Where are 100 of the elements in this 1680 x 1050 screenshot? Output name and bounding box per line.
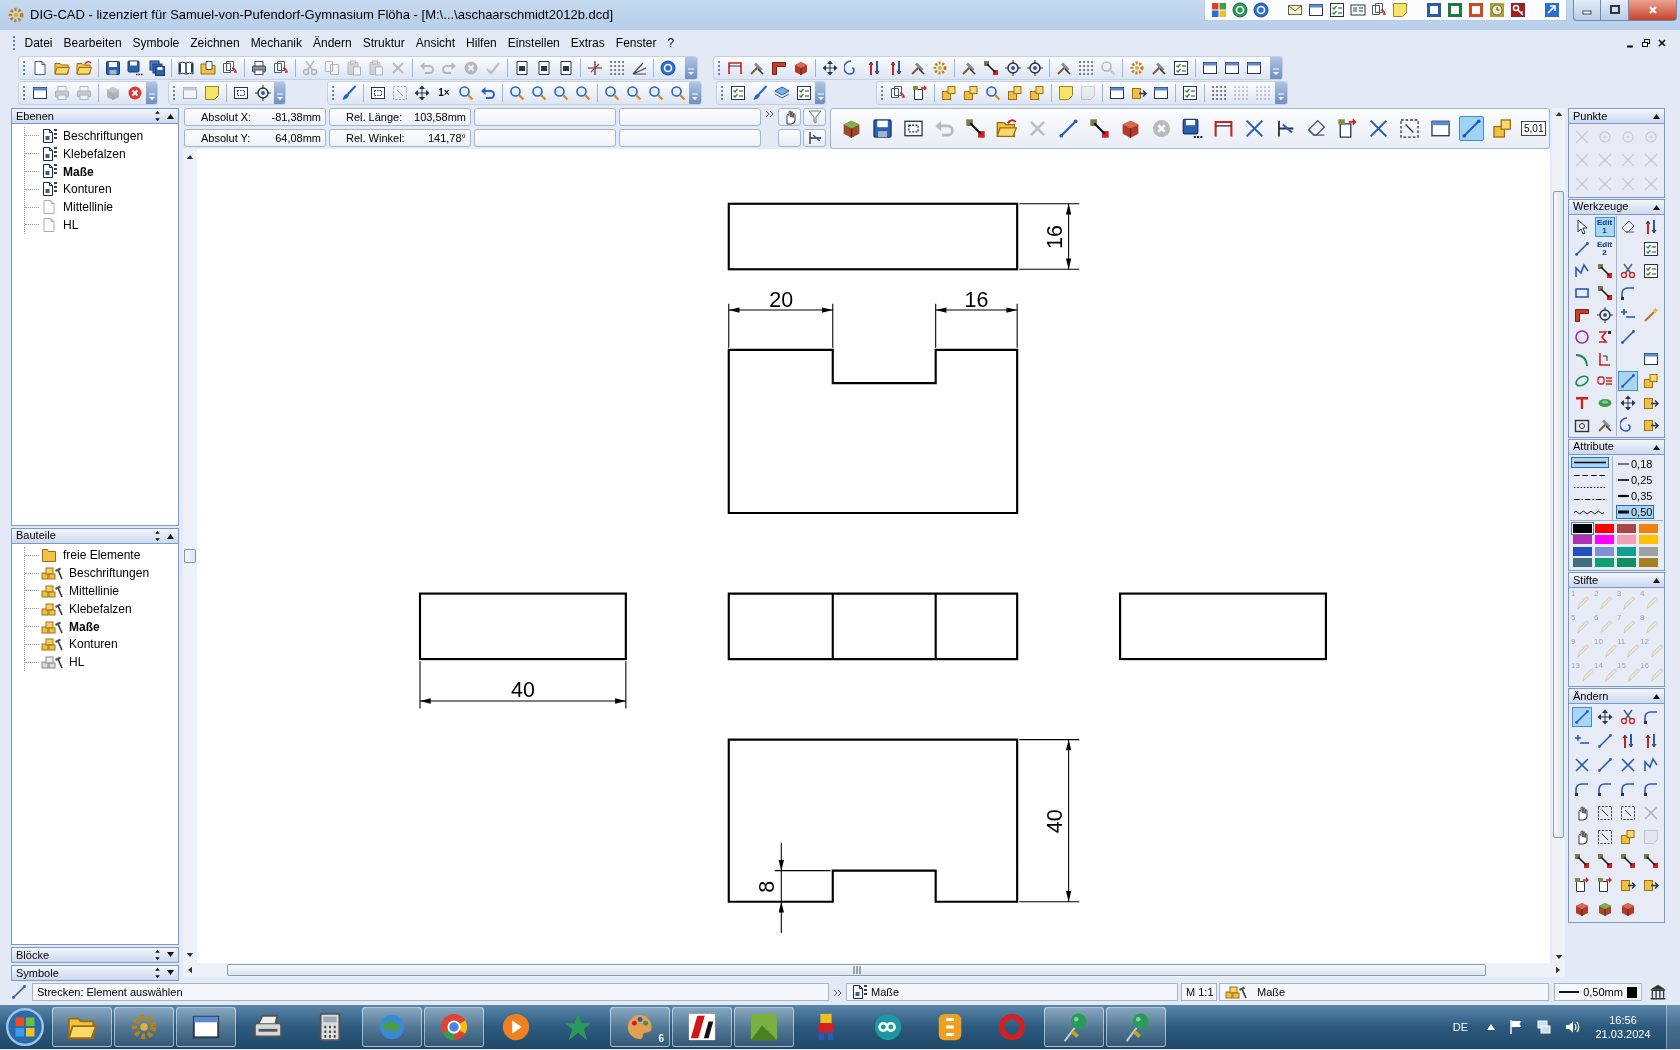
dimension-icon[interactable] [727, 59, 743, 76]
drawing-view[interactable] [727, 738, 1019, 903]
card-icon[interactable] [1350, 2, 1366, 18]
document-icon[interactable] [32, 59, 48, 76]
connected-nodes-icon[interactable] [963, 116, 988, 141]
tool-button[interactable] [778, 108, 801, 126]
menu-item[interactable]: Hilfen [460, 32, 503, 54]
grip-icon[interactable] [717, 59, 721, 76]
collapse-icon[interactable] [166, 531, 175, 540]
window-icon[interactable] [1224, 59, 1240, 76]
drawing-view[interactable] [727, 202, 1019, 271]
taskbar-button[interactable]: 6 [610, 1007, 670, 1047]
gear-icon[interactable] [1129, 59, 1145, 76]
double-chevron-icon[interactable] [765, 110, 774, 118]
line-tool-icon[interactable] [11, 984, 27, 1000]
color-swatch[interactable] [1573, 558, 1592, 567]
expand-icon[interactable] [166, 951, 175, 959]
magnifier-icon[interactable] [626, 84, 642, 101]
close-button[interactable] [1629, 0, 1677, 21]
start-orb-icon[interactable] [6, 1008, 44, 1046]
window-icon[interactable] [1246, 59, 1262, 76]
blocks-icon[interactable] [1007, 84, 1023, 101]
network-icon[interactable] [1536, 1019, 1552, 1035]
ring-disc-icon[interactable] [1253, 2, 1269, 18]
color-swatch[interactable] [1595, 546, 1614, 556]
scroll-down-icon[interactable] [186, 951, 194, 959]
envelope-icon[interactable] [1287, 2, 1303, 18]
window-icon[interactable] [1308, 2, 1324, 18]
corner-icon[interactable] [771, 59, 787, 76]
checklist-icon[interactable] [796, 84, 812, 101]
caret-up-icon[interactable] [1486, 1022, 1496, 1032]
tree-item[interactable]: Mittellinie [69, 582, 119, 600]
gear-icon[interactable] [932, 59, 948, 76]
checklist-icon[interactable] [1329, 2, 1345, 18]
scroll-left-icon[interactable] [186, 966, 194, 974]
maximize-button[interactable] [1601, 0, 1629, 21]
taskbar-button[interactable] [176, 1007, 236, 1047]
menu-item[interactable]: Einstellen [502, 32, 566, 54]
menu-item[interactable]: Bearbeiten [58, 32, 128, 54]
edit-mode-button[interactable]: Edit 1 [1594, 216, 1615, 237]
tree-item[interactable]: Klebefalzen [69, 599, 132, 618]
scroll-thumb[interactable] [184, 549, 196, 563]
layers-icon[interactable] [774, 84, 790, 101]
dot-grid-icon[interactable] [1211, 84, 1227, 101]
scroll-up-icon[interactable] [1554, 110, 1563, 118]
color-swatch[interactable] [1639, 558, 1658, 567]
color-swatch[interactable] [1617, 535, 1636, 544]
menu-item[interactable]: Mechanik [245, 32, 308, 54]
document-folder-icon[interactable] [200, 59, 216, 76]
speaker-icon[interactable] [1564, 1019, 1580, 1035]
color-swatch[interactable] [1617, 546, 1636, 556]
tree-item[interactable]: Maße [69, 617, 100, 636]
sliders-icon[interactable] [866, 59, 882, 76]
clock-icon[interactable] [1489, 2, 1505, 18]
scroll-right-icon[interactable] [1554, 966, 1562, 974]
book-icon[interactable] [178, 59, 194, 76]
page-icon[interactable] [558, 59, 574, 76]
sliders-icon[interactable] [888, 59, 904, 76]
color-swatch[interactable] [1617, 523, 1636, 533]
undo-icon[interactable] [480, 84, 496, 101]
tool-button[interactable] [803, 129, 826, 147]
sort-arrows-icon[interactable] [154, 110, 161, 122]
grip-icon[interactable] [22, 59, 26, 76]
panel-header[interactable]: Stifte [1568, 572, 1665, 588]
sort-arrows-icon[interactable] [154, 949, 161, 961]
tree-item[interactable]: Beschriftungen [63, 126, 144, 145]
target-icon[interactable] [1594, 304, 1615, 325]
target-icon[interactable] [1005, 59, 1021, 76]
tree-item[interactable]: HL [69, 653, 85, 672]
window-icon[interactable] [1109, 84, 1125, 101]
move-arrows-icon[interactable] [414, 84, 430, 101]
documents-icon[interactable] [222, 59, 238, 76]
note-icon[interactable] [1058, 84, 1074, 101]
taskbar-button[interactable] [672, 1007, 732, 1047]
left-scrollbar[interactable] [183, 149, 197, 963]
magnifier-icon[interactable] [509, 84, 525, 101]
grip-icon[interactable] [720, 84, 724, 101]
menu-item[interactable]: Zeichnen [184, 32, 246, 54]
toolbar-options-icon[interactable] [1275, 81, 1287, 104]
color-swatch[interactable] [1595, 523, 1614, 533]
move-arrows-icon[interactable] [822, 59, 838, 76]
color-swatch[interactable] [1617, 558, 1636, 567]
magnifier-icon[interactable] [670, 84, 686, 101]
magnifier-icon[interactable] [531, 84, 547, 101]
panel-header[interactable]: Blöcke [11, 947, 179, 963]
key-icon[interactable] [1510, 2, 1526, 18]
grip-icon[interactable] [880, 84, 884, 101]
floppy-disks-icon[interactable] [149, 59, 165, 76]
scroll-thumb[interactable] [1553, 191, 1564, 838]
window-icon[interactable] [32, 84, 48, 101]
collapse-icon[interactable] [1652, 112, 1661, 120]
blocks-icon[interactable] [963, 84, 979, 101]
app-tile-icon[interactable] [1426, 2, 1442, 18]
line-width-option[interactable]: 0,25 [1616, 472, 1655, 487]
scroll-up-icon[interactable] [186, 153, 194, 161]
toolbar-options-icon[interactable] [1270, 56, 1282, 79]
documents-icon[interactable] [273, 59, 289, 76]
scroll-thumb[interactable] [227, 964, 1486, 976]
panel-header[interactable]: Ebenen [11, 108, 179, 124]
dot-grid-icon[interactable] [609, 59, 625, 76]
